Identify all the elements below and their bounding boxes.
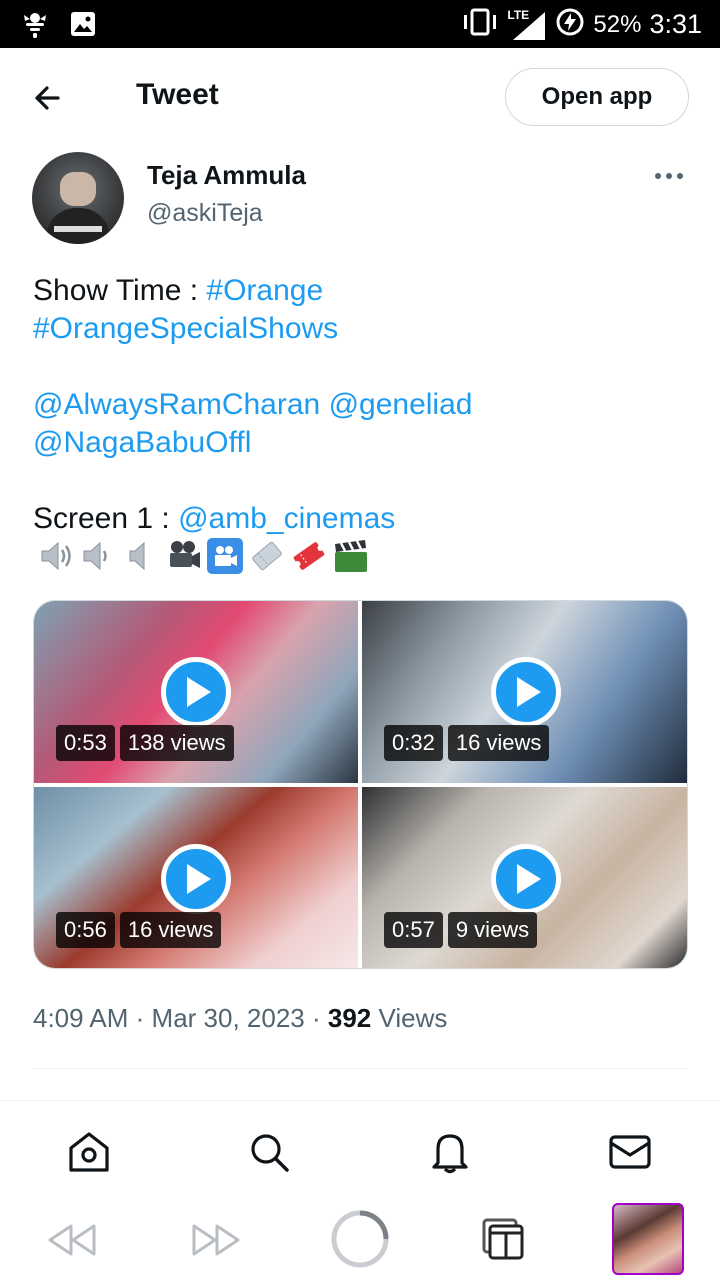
speaker-low-icon [80, 537, 118, 575]
tweet-line: Screen 1 : @amb_cinemas [33, 500, 693, 538]
tweet-line: @AlwaysRamCharan @geneliad [33, 386, 693, 424]
hashtag-link[interactable]: #OrangeSpecialShows [33, 312, 338, 345]
more-options-icon[interactable] [654, 168, 684, 184]
play-icon[interactable] [490, 657, 561, 727]
admission-ticket-icon [290, 537, 328, 575]
tweet-line: #OrangeSpecialShows [33, 310, 693, 348]
tweet-time[interactable]: 4:09 AM [33, 1003, 128, 1033]
avatar-shirt-stripe [54, 226, 102, 232]
notifications-icon[interactable] [427, 1129, 473, 1175]
tabs-icon[interactable] [480, 1214, 528, 1267]
open-app-button[interactable]: Open app [505, 68, 689, 126]
video-duration: 0:32 [384, 725, 443, 761]
views-count: 392 [327, 1003, 372, 1033]
clock: 3:31 [649, 9, 702, 39]
loading-icon[interactable] [330, 1209, 390, 1274]
mention-link[interactable]: @AlwaysRamCharan [33, 388, 320, 421]
video-thumbnail[interactable]: 0:56 16 views [34, 787, 358, 968]
hashtag-link[interactable]: #Orange [206, 274, 323, 307]
movie-camera-icon [164, 537, 202, 575]
video-views: 16 views [119, 912, 222, 948]
video-duration: 0:53 [56, 725, 115, 761]
meta-separator: · [135, 1003, 152, 1033]
tweet-date[interactable]: Mar 30, 2023 [152, 1003, 305, 1033]
author-handle[interactable]: @askiTeja [147, 199, 263, 228]
bottom-navigation [0, 1100, 720, 1200]
speaker-high-icon [38, 537, 76, 575]
back-button[interactable] [28, 78, 68, 118]
video-badges: 0:32 16 views [384, 725, 550, 761]
avatar[interactable] [32, 152, 124, 244]
battery-percent: 52% [593, 10, 642, 38]
mention-link[interactable]: @NagaBabuOffl [33, 426, 251, 459]
video-duration: 0:57 [384, 912, 443, 948]
tweet-header: Tweet Open app [0, 48, 720, 146]
profile-picture-thumbnail[interactable] [612, 1203, 684, 1275]
rewind-icon[interactable] [46, 1214, 98, 1271]
video-views: 16 views [447, 725, 550, 761]
page-title: Tweet [136, 78, 219, 111]
video-views: 138 views [119, 725, 234, 761]
search-icon[interactable] [246, 1129, 292, 1175]
divider [33, 1068, 688, 1069]
video-thumbnail[interactable]: 0:32 16 views [362, 601, 687, 783]
fast-forward-icon[interactable] [190, 1214, 242, 1271]
ticket-icon [248, 537, 286, 575]
battery-charging-icon [555, 7, 585, 42]
gallery-notification-icon [70, 11, 96, 42]
tweet-text: Show Time : #Orange #OrangeSpecialShows … [33, 272, 693, 538]
video-thumbnail[interactable]: 0:57 9 views [362, 787, 687, 968]
app-notification-icon [22, 9, 48, 44]
emoji-row [38, 537, 370, 575]
vibrate-icon [461, 8, 499, 41]
speaker-mute-icon [122, 537, 160, 575]
signal-icon: LTE [507, 7, 547, 40]
play-icon[interactable] [161, 657, 231, 727]
tweet-line: Show Time : #Orange [33, 272, 693, 310]
tweet-text-segment: Screen 1 : [33, 502, 179, 535]
network-type-label: LTE [507, 7, 530, 22]
mention-link[interactable]: @amb_cinemas [178, 502, 395, 535]
tweet-line: @NagaBabuOffl [33, 424, 693, 462]
video-badges: 0:57 9 views [384, 912, 538, 948]
tweet-meta: 4:09 AM · Mar 30, 2023 · 392 Views [33, 1003, 447, 1034]
clapper-board-icon [332, 537, 370, 575]
meta-separator: · [311, 1003, 328, 1033]
video-duration: 0:56 [56, 912, 115, 948]
video-thumbnail[interactable]: 0:53 138 views [34, 601, 358, 783]
video-badges: 0:53 138 views [56, 725, 234, 761]
mention-link[interactable]: @geneliad [329, 388, 473, 421]
status-bar: LTE 52% 3:31 [0, 0, 720, 48]
tweet-text-segment: Show Time : [33, 274, 207, 307]
home-icon[interactable] [66, 1129, 112, 1175]
views-label: Views [378, 1003, 448, 1033]
play-icon[interactable] [490, 843, 561, 914]
video-views: 9 views [447, 912, 538, 948]
author-name[interactable]: Teja Ammula [147, 160, 306, 191]
messages-icon[interactable] [607, 1129, 653, 1175]
play-icon[interactable] [161, 843, 231, 914]
cinema-icon [206, 537, 244, 575]
media-grid: 0:53 138 views 0:32 16 views 0:56 16 vie… [33, 600, 688, 969]
avatar-face [60, 172, 96, 206]
video-badges: 0:56 16 views [56, 912, 222, 948]
